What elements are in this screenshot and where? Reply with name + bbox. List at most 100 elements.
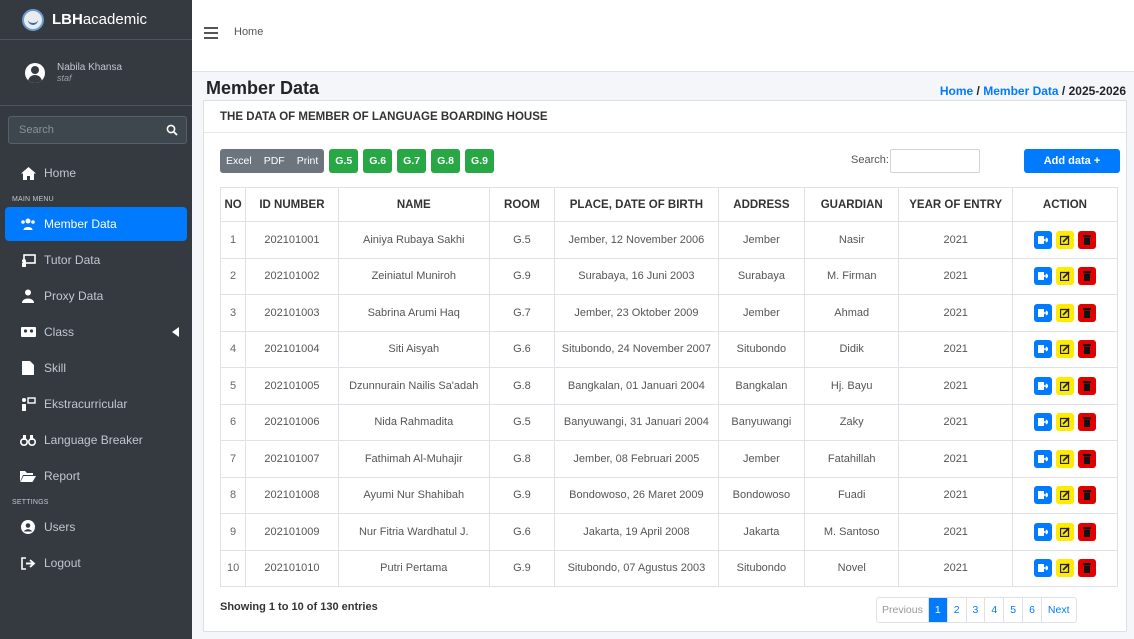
column-header[interactable]: ID NUMBER	[245, 187, 339, 222]
breadcrumb-member-data[interactable]: Member Data	[983, 84, 1058, 98]
delete-button[interactable]	[1077, 267, 1096, 286]
detail-button[interactable]	[1033, 559, 1052, 578]
delete-button[interactable]	[1077, 559, 1096, 578]
binoculars-icon	[20, 433, 36, 447]
delete-button[interactable]	[1077, 376, 1096, 395]
filter-g9-button[interactable]: G.9	[465, 149, 494, 173]
filter-g5-button[interactable]: G.5	[329, 149, 359, 173]
pdf-button[interactable]: PDF	[257, 149, 291, 173]
edit-button[interactable]	[1055, 486, 1074, 505]
detail-button[interactable]	[1033, 340, 1052, 359]
detail-button[interactable]	[1033, 413, 1052, 432]
avatar-icon	[25, 62, 45, 83]
caret-left-icon[interactable]	[172, 327, 179, 337]
table-cell: 202101008	[245, 476, 339, 514]
delete-button[interactable]	[1077, 230, 1096, 249]
print-button[interactable]: Print	[290, 149, 325, 173]
column-header[interactable]: GUARDIAN	[803, 187, 900, 222]
table-cell: 2021	[898, 549, 1013, 587]
table-header-row: NO ID NUMBER NAME ROOM PLACE, DATE OF BI…	[219, 187, 1119, 222]
column-header[interactable]: NO	[219, 187, 247, 222]
breadcrumb-separator: /	[1058, 84, 1069, 98]
sidebar-item-class[interactable]: Class	[5, 315, 187, 349]
previous-page-button[interactable]: Previous	[877, 598, 928, 622]
page-button[interactable]: 6	[1022, 598, 1041, 622]
delete-button[interactable]	[1077, 522, 1096, 541]
detail-button[interactable]	[1033, 230, 1052, 249]
excel-button[interactable]: Excel	[220, 149, 258, 173]
table-cell: Ahmad	[803, 294, 900, 332]
table-cell: 8	[219, 476, 247, 514]
trash-icon	[1082, 380, 1091, 391]
filter-g6-button[interactable]: G.6	[363, 149, 393, 173]
page-button[interactable]: 1	[927, 598, 947, 622]
column-header[interactable]: PLACE, DATE OF BIRTH	[553, 187, 719, 222]
edit-button[interactable]	[1055, 522, 1074, 541]
table-cell: Situbondo	[717, 330, 805, 368]
action-cell	[1011, 330, 1119, 368]
action-cell	[1011, 476, 1119, 514]
search-input[interactable]	[890, 149, 980, 173]
sidebar-item-skill[interactable]: Skill	[5, 351, 187, 385]
delete-button[interactable]	[1077, 340, 1096, 359]
edit-button[interactable]	[1055, 449, 1074, 468]
filter-g8-button[interactable]: G.8	[431, 149, 461, 173]
table-cell: 202101002	[245, 257, 339, 295]
column-header[interactable]: NAME	[337, 187, 490, 222]
table-row: 2 202101002 Zeiniatul Muniroh G.9 Surabaya, …	[219, 257, 1119, 295]
sidebar-item-proxy-data[interactable]: Proxy Data	[5, 279, 187, 313]
detail-button[interactable]	[1033, 522, 1052, 541]
sidebar-item-logout[interactable]: Logout	[5, 546, 187, 580]
page-button[interactable]: 3	[965, 598, 985, 622]
sidebar-item-label: Member Data	[44, 217, 117, 231]
user-panel[interactable]: Nabila Khansa staf	[0, 40, 192, 106]
sidebar-search[interactable]: Search	[8, 116, 187, 144]
edit-button[interactable]	[1055, 559, 1074, 578]
column-header[interactable]: ADDRESS	[717, 187, 805, 222]
table-cell: 4	[219, 330, 247, 368]
topbar-home-link[interactable]: Home	[234, 26, 263, 38]
add-data-button[interactable]: Add data +	[1024, 149, 1120, 173]
edit-button[interactable]	[1055, 376, 1074, 395]
delete-button[interactable]	[1077, 303, 1096, 322]
detail-button[interactable]	[1033, 376, 1052, 395]
sidebar-search-input[interactable]: Search	[9, 117, 158, 143]
edit-button[interactable]	[1055, 413, 1074, 432]
sidebar-item-home[interactable]: Home	[5, 156, 187, 190]
filter-g7-button[interactable]: G.7	[397, 149, 427, 173]
hamburger-menu-icon[interactable]	[204, 27, 218, 42]
page-button[interactable]: 2	[946, 598, 966, 622]
edit-button[interactable]	[1055, 230, 1074, 249]
edit-button[interactable]	[1055, 267, 1074, 286]
detail-button[interactable]	[1033, 449, 1052, 468]
edit-button[interactable]	[1055, 340, 1074, 359]
edit-icon	[1059, 417, 1070, 428]
delete-button[interactable]	[1077, 486, 1096, 505]
sidebar-item-users[interactable]: Users	[5, 510, 187, 544]
breadcrumb-home[interactable]: Home	[940, 84, 973, 98]
table-cell: Situbondo, 24 November 2007	[553, 330, 719, 368]
sidebar-item-member-data[interactable]: Member Data	[5, 207, 187, 241]
detail-button[interactable]	[1033, 267, 1052, 286]
page-button[interactable]: 5	[1003, 598, 1022, 622]
sidebar-item-report[interactable]: Report	[5, 459, 187, 493]
search-icon[interactable]	[158, 117, 186, 143]
column-header[interactable]: YEAR OF ENTRY	[898, 187, 1013, 222]
detail-button[interactable]	[1033, 303, 1052, 322]
brand-link[interactable]: LBHacademic	[0, 0, 192, 40]
sidebar-item-language-breaker[interactable]: Language Breaker	[5, 423, 187, 457]
trash-icon	[1082, 453, 1091, 464]
table-row: 5 202101005 Dzunnurain Nailis Sa'adah G.8 Ba…	[219, 367, 1119, 405]
next-page-button[interactable]: Next	[1040, 598, 1076, 622]
detail-button[interactable]	[1033, 486, 1052, 505]
sidebar-item-ekstracurricular[interactable]: Ekstracurricular	[5, 387, 187, 421]
page-button[interactable]: 4	[984, 598, 1003, 622]
sidebar-item-tutor-data[interactable]: Tutor Data	[5, 243, 187, 277]
table-cell: 1	[219, 221, 247, 259]
delete-button[interactable]	[1077, 449, 1096, 468]
edit-button[interactable]	[1055, 303, 1074, 322]
edit-icon	[1059, 308, 1070, 318]
column-header[interactable]: ROOM	[488, 187, 555, 222]
table-cell: Fathimah Al-Muhajir	[337, 440, 490, 478]
delete-button[interactable]	[1077, 413, 1096, 432]
